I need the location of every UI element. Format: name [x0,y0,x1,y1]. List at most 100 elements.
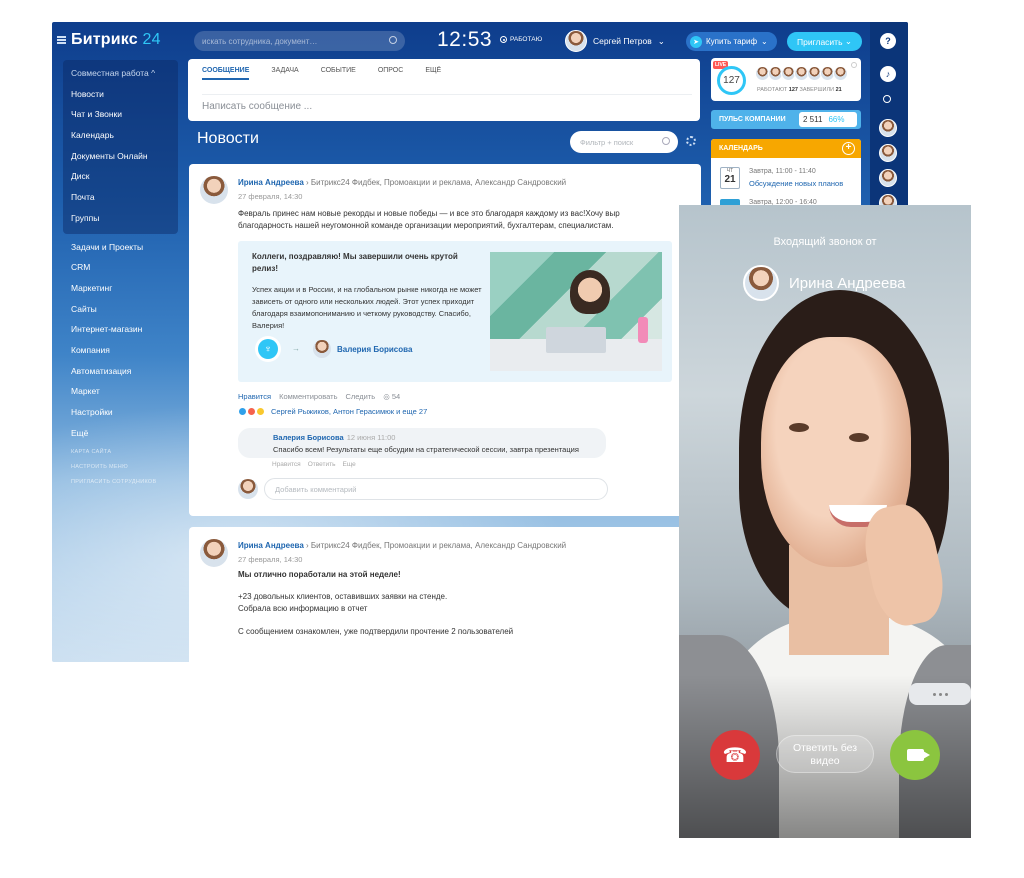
contact-avatar[interactable] [879,119,897,137]
caller-info: Ирина Андреева [743,265,906,301]
work-status[interactable]: РАБОТАЮ [500,36,542,43]
sidebar-group-header[interactable]: Совместная работа ^ [63,63,178,84]
online-count: 127 [717,66,746,95]
trophy-icon: ♆ [258,339,278,359]
sidebar-group: Совместная работа ^ Новости Чат и Звонки… [63,60,178,234]
follow-button[interactable]: Следить [346,392,376,401]
help-icon[interactable]: ? [880,33,896,49]
sidebar-item-shop[interactable]: Интернет-магазин [63,319,178,340]
gratitude-title: Коллеги, поздравляю! Мы завершили очень … [252,252,458,273]
post-line: Собрала всю информацию в отчет [238,604,368,613]
sidebar-item-marketing[interactable]: Маркетинг [63,278,178,299]
comment-more-button[interactable]: Еще [342,461,355,468]
post-heading: Мы отлично поработали на этой неделе! [238,570,401,579]
sidebar-item-more[interactable]: Ещё [63,423,178,444]
clock: 12:53 [437,28,493,51]
post-date: 27 февраля, 14:30 [238,192,303,201]
search-input[interactable]: искать сотрудника, документ… [194,31,405,51]
chevron-down-icon: ⌄ [844,36,853,46]
contact-avatar[interactable] [879,169,897,187]
calendar-header[interactable]: Календарь + [711,139,861,158]
phone-hangup-icon: ☎ [722,744,748,767]
calendar-widget: Календарь + ЧТ 21 Завтра, 11:00 - 11:40 Об… [711,139,861,209]
company-pulse[interactable]: Пульс компании 2 511 66% [711,110,861,129]
search-icon[interactable] [883,95,891,103]
online-widget[interactable]: LIVE 127 РАБОТАЮТ 127 ЗАВЕРШИЛИ 21 [711,58,861,101]
comment: Валерия Борисова 12 июня 11:00 Спасибо вс… [238,428,606,458]
sidebar-item-sites[interactable]: Сайты [63,299,178,320]
sidebar-item-calendar[interactable]: Календарь [63,125,178,146]
sidebar-item-chat[interactable]: Чат и Звонки [63,104,178,125]
post-line: +23 довольных клиентов, оставивших заявк… [238,592,448,601]
sidebar-item-docs[interactable]: Документы Онлайн [63,146,178,167]
avatar[interactable] [200,539,228,567]
post-meta: Ирина Андреева › Битрикс24 Фидбек, Промо… [238,541,567,550]
answer-audio-button[interactable]: Ответить без видео [776,735,874,773]
post-line: С сообщением ознакомлен, уже подтвердили… [238,627,514,636]
sidebar-item-market[interactable]: Маркет [63,381,178,402]
bell-icon[interactable]: ♪ [880,66,896,82]
sidebar-item-tasks[interactable]: Задачи и Проекты [63,237,178,258]
like-button[interactable]: Нравится [238,392,271,401]
gratitude-card: Коллеги, поздравляю! Мы завершили очень … [238,241,672,382]
tab-more[interactable]: ЕЩЁ [425,67,441,80]
filter-input[interactable]: Фильтр + поиск [570,131,678,153]
gratitude-recipient[interactable]: Валерия Борисова [337,345,412,354]
decline-call-button[interactable]: ☎ [710,730,760,780]
arrow-right-icon: → [292,344,300,353]
search-icon[interactable] [389,36,397,44]
message-input[interactable]: Написать сообщение ... [202,94,692,112]
add-comment-input[interactable]: Добавить комментарий [264,478,608,500]
menu-icon[interactable] [57,36,66,44]
contact-avatar[interactable] [879,144,897,162]
logo[interactable]: Битрикс 24 [71,31,161,49]
feed-post: Ирина Андреева › Битрикс24 Фидбек, Промо… [189,164,701,516]
sidebar-link-menu[interactable]: Настроить меню [63,455,178,470]
sidebar-item-company[interactable]: Компания [63,340,178,361]
tab-poll[interactable]: ОПРОС [378,67,404,80]
sidebar-item-groups[interactable]: Группы [63,208,178,229]
sidebar-link-invite[interactable]: Пригласить сотрудников [63,470,178,485]
sidebar-item-automation[interactable]: Автоматизация [63,361,178,382]
event-title[interactable]: Обсуждение новых планов [749,179,843,188]
caller-eye [789,423,809,432]
sidebar-item-settings[interactable]: Настройки [63,402,178,423]
laptop [546,327,606,353]
search-icon[interactable] [662,137,670,145]
sidebar-item-mail[interactable]: Почта [63,187,178,208]
tab-task[interactable]: ЗАДАЧА [271,67,298,80]
sidebar-link-sitemap[interactable]: Карта сайта [63,443,178,455]
views-count: ◎ 54 [383,392,401,401]
sidebar-item-crm[interactable]: CRM [63,257,178,278]
heart-icon [247,407,256,416]
tab-event[interactable]: СОБЫТИЕ [321,67,356,80]
post-image[interactable] [490,252,662,371]
avatar[interactable] [313,340,331,358]
avatar[interactable] [200,176,228,204]
add-icon[interactable]: + [842,142,855,155]
gratitude-text: Успех акции и в России, и на глобальном … [252,285,482,330]
comment-button[interactable]: Комментировать [279,392,337,401]
sidebar-item-disk[interactable]: Диск [63,166,178,187]
avatar [743,265,779,301]
comment-reply-button[interactable]: Ответить [308,461,336,468]
tab-message[interactable]: СООБЩЕНИЕ [202,67,250,80]
user-menu[interactable]: Сергей Петров ⌄ [565,30,665,52]
reactions[interactable]: Сергей Рыжиков, Антон Герасимюк и еще 27 [238,407,427,416]
feed-post: Ирина Андреева › Битрикс24 Фидбек, Промо… [189,527,701,662]
comment-like-button[interactable]: Нравится [272,461,301,468]
sidebar: Совместная работа ^ Новости Чат и Звонки… [63,60,178,485]
status-icon [500,36,507,43]
incoming-label: Входящий звонок от [773,236,877,248]
buy-tariff-button[interactable]: ➤ Купить тариф ⌄ [686,32,777,51]
video-camera-icon [906,749,930,761]
bottle [638,317,648,343]
gear-icon[interactable] [686,136,696,146]
answer-video-button[interactable] [890,730,940,780]
invite-button[interactable]: Пригласить ⌄ [787,32,863,51]
chevron-down-icon: ⌄ [761,37,768,46]
person [570,270,610,314]
close-icon[interactable] [851,62,857,68]
comment-actions: Нравится Ответить Еще [272,461,356,468]
sidebar-item-news[interactable]: Новости [63,84,178,105]
